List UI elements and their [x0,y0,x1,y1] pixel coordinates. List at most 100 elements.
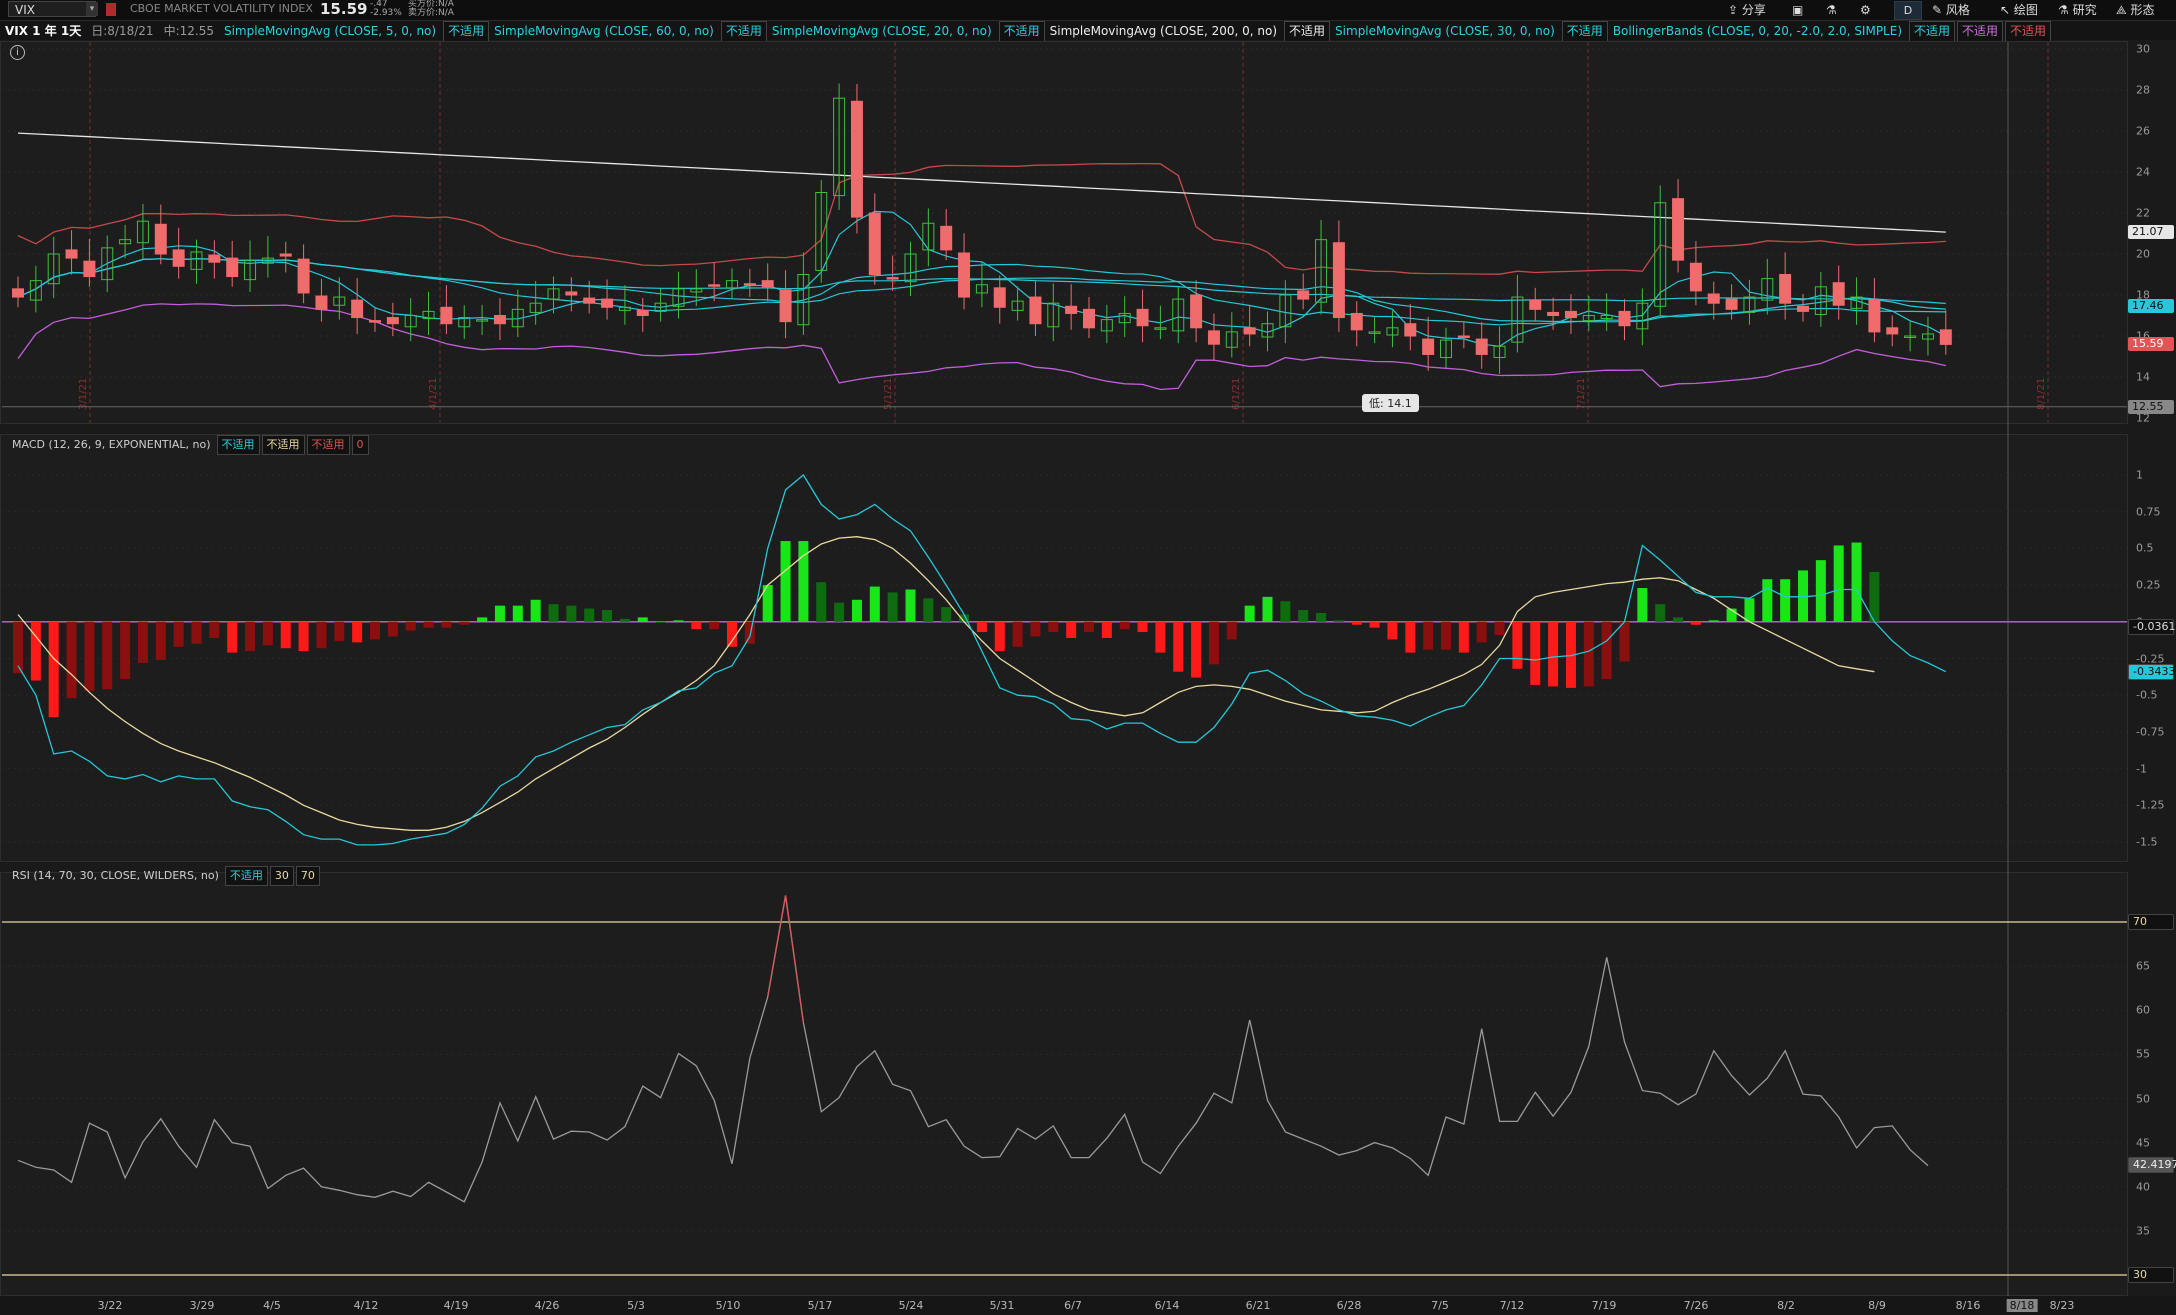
macd-histogram-bar [1191,621,1202,678]
macd-histogram-bar [994,621,1005,652]
macd-tag: -0.3433 [2128,664,2175,681]
macd-histogram-bar [1762,579,1773,622]
macd-histogram-bar [1333,620,1344,622]
rsi-tag: 30 [2128,1267,2174,1283]
candle-body [1529,299,1542,310]
macd-histogram-bar [1316,612,1327,622]
candle-body [868,212,881,275]
macd-histogram-bar [1101,621,1112,638]
macd-histogram-bar [1387,621,1398,640]
macd-histogram-bar [1012,621,1023,647]
candle-body [940,225,953,251]
macd-histogram-bar [1066,621,1077,638]
rsi-overbought-segment [784,895,805,1023]
chart-canvas[interactable]: 3/1/21 4/1/21 5/1/21 6/1/21 7/1/21 8/1/21 [0,0,2176,1315]
candle-body [1707,293,1720,304]
candle-body [440,306,453,325]
candle-body [1332,242,1345,319]
macd-histogram-bar [173,621,184,647]
date-tick: 5/24 [898,1299,924,1312]
candle-body [601,298,614,308]
candle-body [1618,310,1631,327]
macd-histogram-bar [1084,621,1094,633]
macd-histogram-bar [1851,542,1862,622]
macd-histogram-bar [1780,579,1791,622]
macd-histogram-bar [370,621,380,640]
macd-histogram-bar [316,621,327,649]
y-tick: -0.5 [2136,688,2158,702]
date-tick: 7/5 [1431,1299,1449,1312]
candle-body [1404,323,1417,337]
date-tick: 7/19 [1591,1299,1617,1312]
candle-body [208,254,221,263]
candle-body [1029,296,1042,325]
month-marker-label: 3/1/21 [78,378,89,410]
candle-body [1547,311,1560,316]
macd-histogram-bar [1155,621,1166,653]
macd-histogram-bar [494,605,505,622]
macd-histogram-bar [459,621,470,625]
macd-histogram-bar [13,621,23,674]
y-tick: 45 [2136,1136,2150,1150]
macd-histogram-bar [120,621,131,680]
candle-body [1457,335,1470,338]
macd-histogram-bar [334,621,345,641]
date-tick: 6/7 [1064,1299,1082,1312]
date-tick: 5/10 [715,1299,741,1312]
macd-histogram-bar [1351,621,1362,625]
y-tick: 35 [2136,1224,2150,1238]
y-tick: 14 [2136,370,2150,384]
candle-body [850,100,863,218]
macd-histogram-bar [245,621,256,652]
candle-body [565,291,578,296]
date-axis: 3/22 3/29 4/5 4/12 4/19 4/26 5/3 5/10 5/17 5/24 5/… [0,1296,2176,1315]
macd-histogram-bar [1226,621,1237,640]
macd-histogram-bar [923,598,934,622]
macd-histogram-bar [1601,621,1612,680]
y-tick: 20 [2136,247,2150,261]
candle-body [993,287,1006,308]
y-tick: 60 [2136,1003,2150,1017]
macd-histogram-bar [405,621,416,631]
macd-histogram-bar [262,621,273,646]
date-tick: 4/12 [353,1299,379,1312]
date-tick: 7/26 [1683,1299,1709,1312]
date-tick: 8/18 [2006,1299,2038,1312]
macd-histogram-bar [1441,621,1451,650]
y-tick: 30 [2136,42,2150,56]
date-tick: 8/2 [1777,1299,1795,1312]
macd-tag: -0.0361 [2128,619,2175,636]
macd-histogram-bar [548,604,559,622]
candle-body [226,257,239,278]
date-tick: 8/9 [1868,1299,1886,1312]
macd-histogram-bar [941,607,952,622]
candle-body [1207,330,1220,345]
candle-body [65,249,78,259]
macd-histogram-bar [1458,621,1469,653]
candle-body [1475,338,1488,355]
date-tick: 6/14 [1154,1299,1180,1312]
macd-histogram-bar [976,621,987,633]
macd-histogram-bar [191,621,202,644]
rsi-tag: 42.4197 [2128,1157,2176,1174]
candle-body [154,223,167,255]
macd-histogram-bar [1208,621,1219,665]
candle-body [1422,338,1435,355]
candle-body [297,258,310,294]
macd-histogram-bar [1548,621,1559,687]
macd-histogram-bar [905,589,916,622]
y-tick: 0.5 [2136,541,2154,555]
candle-body [1297,290,1310,300]
macd-histogram-bar [84,621,95,691]
candle-body [493,315,506,325]
candle-body [1939,329,1952,345]
candle-body [12,288,24,298]
macd-histogram-bar [1494,621,1505,636]
macd-histogram-bar [102,621,113,690]
rsi-line [17,895,1929,1203]
candle-body [315,295,328,310]
macd-histogram-bar [566,605,577,622]
macd-histogram-bar [209,621,220,638]
macd-histogram-bar [1655,604,1666,622]
candle-body [172,249,185,267]
